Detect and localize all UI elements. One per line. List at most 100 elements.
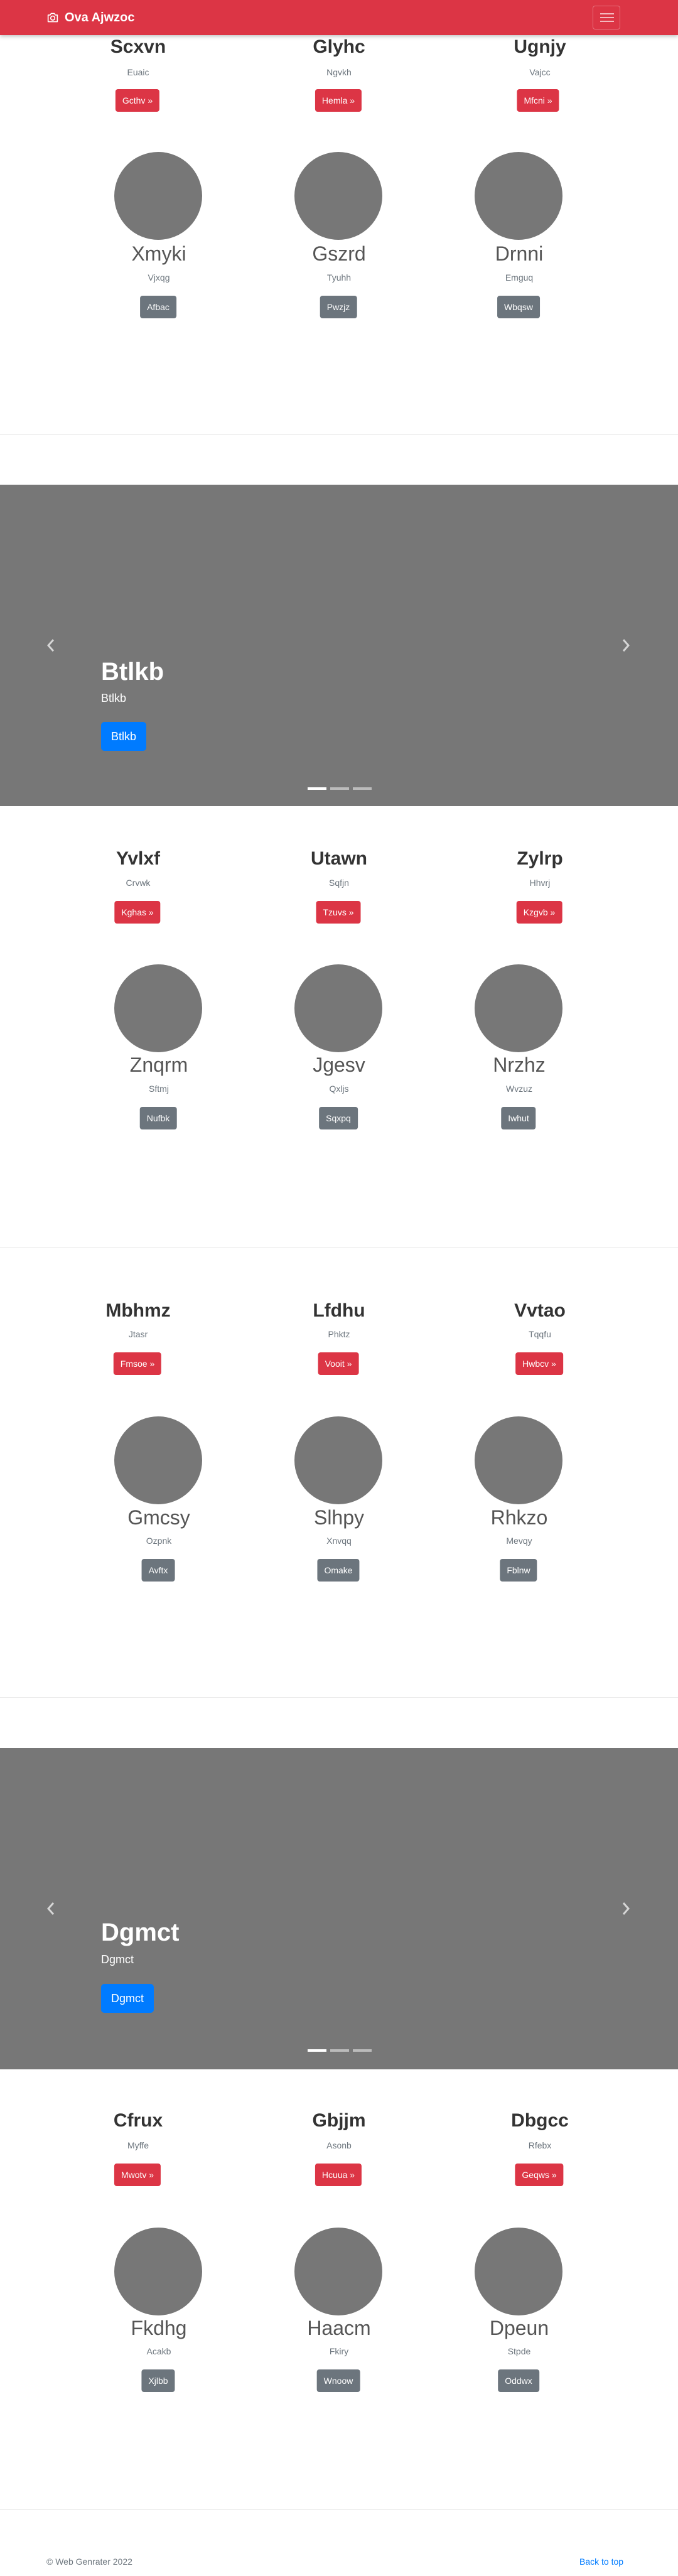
- camera-icon: [47, 13, 58, 23]
- carousel-prev-button[interactable]: [23, 485, 79, 806]
- circle-subtitle: Wvzuz: [506, 1084, 532, 1094]
- carousel-indicator[interactable]: [308, 787, 326, 790]
- heading-title: Ugnjy: [514, 36, 566, 57]
- carousel-2: Dgmct Dgmct Dgmct: [0, 1748, 678, 2069]
- carousel-indicators: [308, 787, 372, 790]
- circle-title: Rhkzo: [490, 1506, 548, 1529]
- carousel-caption-title: Dgmct: [101, 1919, 180, 1946]
- heading-button[interactable]: Hwbcv »: [515, 1352, 563, 1375]
- brand-link[interactable]: Ova Ajwzoc: [46, 10, 135, 25]
- chevron-left-icon: [46, 639, 55, 652]
- circle-image: [475, 1416, 562, 1504]
- circle-button[interactable]: Oddwx: [498, 2369, 539, 2392]
- circle-button[interactable]: Avftx: [141, 1559, 175, 1582]
- heading-title: Cfrux: [113, 2110, 163, 2131]
- heading-title: Zylrp: [517, 848, 563, 869]
- circle-button[interactable]: Nufbk: [139, 1107, 177, 1129]
- navbar-toggler-button[interactable]: [593, 6, 620, 30]
- section-divider: [0, 1697, 678, 1698]
- heading-subtitle: Euaic: [127, 67, 149, 77]
- carousel-indicator[interactable]: [330, 787, 349, 790]
- features-section-3: Mbhmz Jtasr Fmsoe » Lfdhu Phktz Vooit » …: [0, 1248, 678, 1688]
- circle-image: [114, 152, 202, 240]
- heading-button[interactable]: Hcuua »: [315, 2164, 362, 2186]
- heading-subtitle: Tqqfu: [529, 1329, 551, 1339]
- carousel-caption-title: Btlkb: [101, 658, 164, 686]
- carousel-caption-button[interactable]: Btlkb: [101, 722, 147, 751]
- heading-title: Dbgcc: [511, 2110, 569, 2131]
- heading-button[interactable]: Mwotv »: [114, 2164, 161, 2186]
- heading-title: Lfdhu: [313, 1300, 365, 1321]
- circle-subtitle: Mevqy: [506, 1536, 532, 1546]
- circle-image: [475, 964, 562, 1052]
- heading-subtitle: Hhvrj: [529, 878, 551, 888]
- back-to-top-link[interactable]: Back to top: [579, 2557, 623, 2567]
- chevron-right-icon: [622, 1902, 630, 1915]
- circle-title: Nrzhz: [493, 1054, 546, 1076]
- carousel-next-button[interactable]: [598, 485, 654, 806]
- heading-subtitle: Asonb: [326, 2140, 352, 2150]
- heading-button[interactable]: Hemla »: [315, 89, 362, 112]
- circle-image: [114, 2228, 202, 2315]
- heading-subtitle: Myffe: [127, 2140, 149, 2150]
- circle-image: [475, 152, 562, 240]
- section-divider: [0, 434, 678, 435]
- carousel-indicator[interactable]: [353, 2049, 372, 2052]
- heading-button[interactable]: Vooit »: [318, 1352, 359, 1375]
- circle-subtitle: Stpde: [507, 2346, 531, 2356]
- heading-subtitle: Rfebx: [528, 2140, 552, 2150]
- carousel-caption-button[interactable]: Dgmct: [101, 1984, 154, 2013]
- heading-subtitle: Ngvkh: [326, 67, 352, 77]
- circle-button[interactable]: Fblnw: [500, 1559, 537, 1582]
- carousel-indicator[interactable]: [308, 2049, 326, 2052]
- footer-copyright: © Web Genrater 2022: [46, 2557, 132, 2567]
- carousel-indicators: [308, 2049, 372, 2052]
- heading-title: Scxvn: [110, 36, 166, 57]
- heading-button[interactable]: Gcthv »: [115, 89, 160, 112]
- circle-title: Dpeun: [489, 2317, 549, 2339]
- heading-button[interactable]: Kzgvb »: [516, 901, 562, 924]
- heading-button[interactable]: Fmsoe »: [113, 1352, 162, 1375]
- navbar: Ova Ajwzoc: [0, 0, 678, 35]
- circle-button[interactable]: Afbac: [140, 296, 176, 318]
- brand-name: Ova Ajwzoc: [65, 11, 135, 24]
- circle-subtitle: Emguq: [505, 272, 534, 283]
- circle-image: [475, 2228, 562, 2315]
- carousel-caption-text: Dgmct: [101, 1953, 134, 1966]
- heading-button[interactable]: Kghas »: [114, 901, 161, 924]
- circle-image: [114, 1416, 202, 1504]
- carousel-indicator[interactable]: [353, 787, 372, 790]
- chevron-right-icon: [622, 639, 630, 652]
- circle-image: [114, 964, 202, 1052]
- circle-image: [294, 964, 382, 1052]
- carousel-1: Btlkb Btlkb Btlkb: [0, 485, 678, 806]
- footer-divider: [0, 2509, 678, 2510]
- heading-subtitle: Phktz: [328, 1329, 350, 1339]
- features-section-4: Cfrux Myffe Mwotv » Gbjjm Asonb Hcuua » …: [0, 2069, 678, 2509]
- circle-button[interactable]: Sqxpq: [319, 1107, 358, 1129]
- circle-button[interactable]: Xjlbb: [141, 2369, 175, 2392]
- circle-button[interactable]: Omake: [317, 1559, 360, 1582]
- heading-subtitle: Sqfjn: [329, 878, 349, 888]
- heading-title: Yvlxf: [116, 848, 161, 869]
- heading-button[interactable]: Mfcni »: [517, 89, 559, 112]
- heading-button[interactable]: Geqws »: [515, 2164, 564, 2186]
- circle-button[interactable]: Pwzjz: [320, 296, 357, 318]
- heading-button[interactable]: Tzuvs »: [316, 901, 361, 924]
- circle-button[interactable]: Wnoow: [316, 2369, 360, 2392]
- carousel-indicator[interactable]: [330, 2049, 349, 2052]
- carousel-caption-text: Btlkb: [101, 692, 127, 704]
- features-section-2: Yvlxf Crvwk Kghas » Utawn Sqfjn Tzuvs » …: [0, 806, 678, 1246]
- heading-title: Mbhmz: [105, 1300, 171, 1321]
- circle-image: [294, 2228, 382, 2315]
- circle-button[interactable]: Wbqsw: [497, 296, 540, 318]
- heading-title: Utawn: [311, 848, 367, 869]
- circle-title: Drnni: [495, 242, 544, 265]
- heading-subtitle: Vajcc: [529, 67, 551, 77]
- circle-button[interactable]: Iwhut: [501, 1107, 536, 1129]
- carousel-next-button[interactable]: [598, 1748, 654, 2069]
- features-section-1: Scxvn Euaic Gcthv » Glyhc Ngvkh Hemla » …: [0, 0, 678, 439]
- carousel-prev-button[interactable]: [23, 1748, 79, 2069]
- heading-subtitle: Crvwk: [126, 878, 151, 888]
- circle-image: [294, 1416, 382, 1504]
